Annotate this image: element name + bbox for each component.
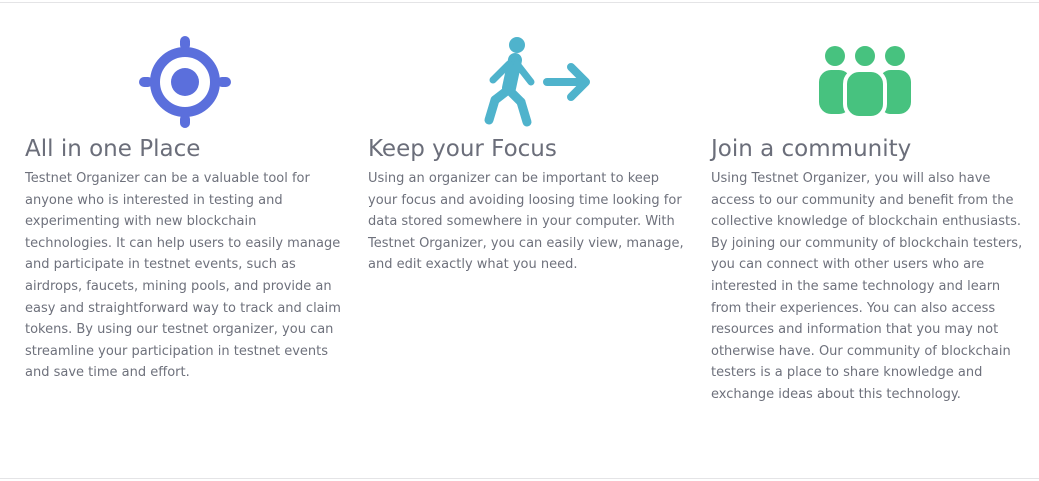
feature-join-a-community: Join a community Using Testnet Organizer… <box>711 36 1026 406</box>
feature-icon-container <box>711 36 1026 128</box>
crosshair-target-icon <box>139 36 231 128</box>
person-walking-arrow-right-icon <box>484 37 590 127</box>
people-group-icon <box>818 42 911 120</box>
feature-icon-container <box>368 36 688 128</box>
feature-description: Using Testnet Organizer, you will also h… <box>711 171 1023 402</box>
feature-description: Testnet Organizer can be a valuable tool… <box>25 171 341 381</box>
top-divider <box>0 2 1039 3</box>
bottom-divider <box>0 478 1039 479</box>
feature-keep-your-focus: Keep your Focus Using an organizer can b… <box>368 36 688 276</box>
feature-title: All in one Place <box>25 136 201 162</box>
feature-title: Keep your Focus <box>368 136 557 162</box>
feature-icon-container <box>25 36 345 128</box>
feature-description: Using an organizer can be important to k… <box>368 171 684 273</box>
feature-title: Join a community <box>711 136 912 162</box>
feature-all-in-one-place: All in one Place Testnet Organizer can b… <box>25 36 345 384</box>
